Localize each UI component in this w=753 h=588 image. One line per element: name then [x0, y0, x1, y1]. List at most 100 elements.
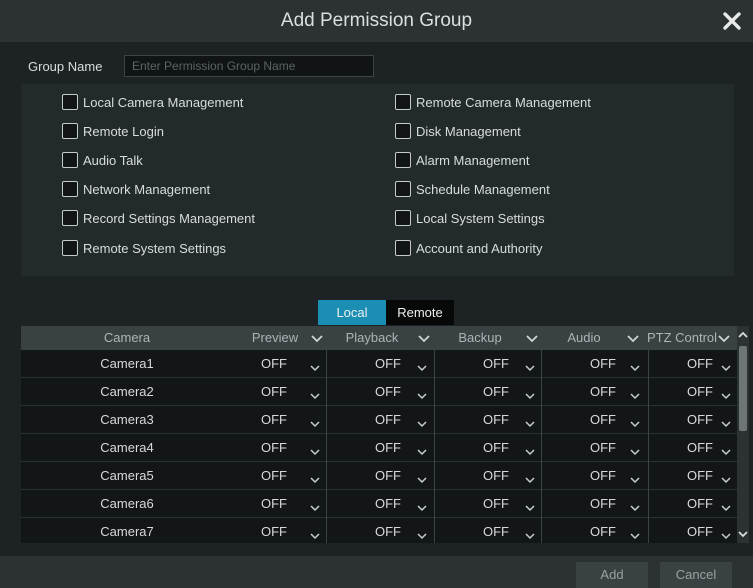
permission-select[interactable]: OFF — [435, 462, 541, 490]
perm-remote-system-settings[interactable]: Remote System Settings — [62, 240, 226, 256]
permission-select[interactable]: OFF — [649, 462, 737, 490]
chevron-down-icon[interactable] — [525, 416, 535, 428]
checkbox[interactable] — [395, 181, 411, 197]
scroll-down-icon[interactable] — [737, 527, 749, 541]
chevron-down-icon[interactable] — [525, 500, 535, 512]
checkbox[interactable] — [395, 210, 411, 226]
chevron-down-icon[interactable] — [308, 326, 326, 350]
perm-remote-camera-management[interactable]: Remote Camera Management — [395, 94, 591, 110]
perm-remote-login[interactable]: Remote Login — [62, 123, 164, 139]
chevron-down-icon[interactable] — [721, 444, 731, 456]
perm-schedule-management[interactable]: Schedule Management — [395, 181, 550, 197]
permission-select[interactable]: OFF — [233, 406, 326, 434]
permission-select[interactable]: OFF — [327, 434, 434, 462]
permission-select[interactable]: OFF — [542, 350, 648, 378]
permission-select[interactable]: OFF — [542, 518, 648, 543]
chevron-down-icon[interactable] — [417, 528, 427, 540]
chevron-down-icon[interactable] — [525, 444, 535, 456]
close-icon[interactable] — [717, 6, 747, 36]
chevron-down-icon[interactable] — [417, 500, 427, 512]
perm-disk-management[interactable]: Disk Management — [395, 123, 521, 139]
chevron-down-icon[interactable] — [624, 326, 642, 350]
chevron-down-icon[interactable] — [630, 472, 640, 484]
permission-select[interactable]: OFF — [435, 378, 541, 406]
permission-select[interactable]: OFF — [435, 490, 541, 518]
permission-select[interactable]: OFF — [542, 406, 648, 434]
permission-select[interactable]: OFF — [542, 434, 648, 462]
tab-remote[interactable]: Remote — [386, 300, 454, 325]
chevron-down-icon[interactable] — [417, 416, 427, 428]
checkbox[interactable] — [62, 152, 78, 168]
permission-select[interactable]: OFF — [233, 518, 326, 543]
permission-select[interactable]: OFF — [435, 350, 541, 378]
chevron-down-icon[interactable] — [630, 416, 640, 428]
permission-select[interactable]: OFF — [327, 490, 434, 518]
chevron-down-icon[interactable] — [415, 326, 433, 350]
chevron-down-icon[interactable] — [630, 500, 640, 512]
perm-local-system-settings[interactable]: Local System Settings — [395, 210, 545, 226]
checkbox[interactable] — [62, 94, 78, 110]
checkbox[interactable] — [395, 240, 411, 256]
cancel-button[interactable]: Cancel — [660, 562, 732, 588]
chevron-down-icon[interactable] — [630, 444, 640, 456]
checkbox[interactable] — [395, 94, 411, 110]
scrollbar-thumb[interactable] — [739, 346, 747, 431]
permission-select[interactable]: OFF — [327, 462, 434, 490]
permission-select[interactable]: OFF — [233, 434, 326, 462]
perm-audio-talk[interactable]: Audio Talk — [62, 152, 143, 168]
scroll-up-icon[interactable] — [737, 328, 749, 342]
chevron-down-icon[interactable] — [721, 528, 731, 540]
tab-local[interactable]: Local — [318, 300, 386, 325]
permission-select[interactable]: OFF — [233, 490, 326, 518]
permission-select[interactable]: OFF — [649, 406, 737, 434]
chevron-down-icon[interactable] — [715, 326, 733, 350]
chevron-down-icon[interactable] — [630, 360, 640, 372]
perm-account-and-authority[interactable]: Account and Authority — [395, 240, 542, 256]
permission-select[interactable]: OFF — [542, 378, 648, 406]
permission-select[interactable]: OFF — [542, 462, 648, 490]
permission-select[interactable]: OFF — [649, 350, 737, 378]
chevron-down-icon[interactable] — [523, 326, 541, 350]
permission-select[interactable]: OFF — [233, 378, 326, 406]
checkbox[interactable] — [62, 181, 78, 197]
table-scrollbar[interactable] — [737, 326, 749, 543]
permission-select[interactable]: OFF — [233, 350, 326, 378]
permission-select[interactable]: OFF — [435, 406, 541, 434]
chevron-down-icon[interactable] — [721, 416, 731, 428]
group-name-input[interactable] — [124, 55, 374, 77]
chevron-down-icon[interactable] — [417, 388, 427, 400]
permission-select[interactable]: OFF — [542, 490, 648, 518]
chevron-down-icon[interactable] — [525, 528, 535, 540]
chevron-down-icon[interactable] — [525, 472, 535, 484]
chevron-down-icon[interactable] — [310, 388, 320, 400]
permission-select[interactable]: OFF — [327, 406, 434, 434]
chevron-down-icon[interactable] — [721, 472, 731, 484]
chevron-down-icon[interactable] — [417, 360, 427, 372]
chevron-down-icon[interactable] — [721, 360, 731, 372]
checkbox[interactable] — [62, 123, 78, 139]
chevron-down-icon[interactable] — [721, 500, 731, 512]
permission-select[interactable]: OFF — [435, 518, 541, 543]
permission-select[interactable]: OFF — [327, 350, 434, 378]
chevron-down-icon[interactable] — [417, 472, 427, 484]
perm-alarm-management[interactable]: Alarm Management — [395, 152, 529, 168]
chevron-down-icon[interactable] — [525, 388, 535, 400]
chevron-down-icon[interactable] — [417, 444, 427, 456]
checkbox[interactable] — [395, 152, 411, 168]
permission-select[interactable]: OFF — [327, 378, 434, 406]
chevron-down-icon[interactable] — [310, 360, 320, 372]
perm-network-management[interactable]: Network Management — [62, 181, 210, 197]
permission-select[interactable]: OFF — [233, 462, 326, 490]
permission-select[interactable]: OFF — [649, 378, 737, 406]
chevron-down-icon[interactable] — [525, 360, 535, 372]
checkbox[interactable] — [62, 240, 78, 256]
checkbox[interactable] — [62, 210, 78, 226]
permission-select[interactable]: OFF — [649, 518, 737, 543]
permission-select[interactable]: OFF — [327, 518, 434, 543]
chevron-down-icon[interactable] — [721, 388, 731, 400]
permission-select[interactable]: OFF — [435, 434, 541, 462]
permission-select[interactable]: OFF — [649, 490, 737, 518]
chevron-down-icon[interactable] — [310, 500, 320, 512]
chevron-down-icon[interactable] — [310, 416, 320, 428]
chevron-down-icon[interactable] — [310, 444, 320, 456]
